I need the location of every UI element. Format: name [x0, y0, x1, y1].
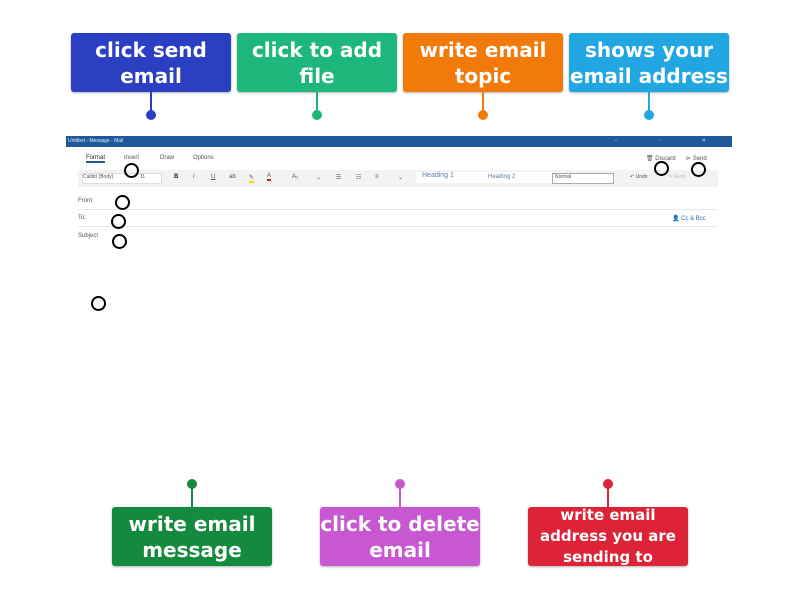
connector-dot	[395, 479, 405, 489]
label-send: click send email	[71, 33, 231, 92]
subject-field[interactable]: Subject	[78, 233, 98, 239]
connector-dot	[478, 110, 488, 120]
divider	[78, 226, 718, 227]
font-select[interactable]: Calibri (Body)	[82, 173, 162, 184]
connector-dot	[146, 110, 156, 120]
title-bar: Untitled - Message - Mail – ▫ ✕	[66, 136, 732, 147]
tab-options[interactable]: Options	[193, 155, 214, 161]
strikethrough-button[interactable]: ab	[229, 174, 236, 180]
bullets-icon[interactable]: ☰	[336, 174, 341, 181]
marker-send	[691, 162, 706, 177]
from-label: From:	[78, 198, 94, 204]
label-add-file: click to add file	[237, 33, 397, 92]
redo-button[interactable]: ↷ Redo	[668, 174, 686, 180]
numbering-icon[interactable]: ☷	[356, 174, 361, 181]
to-field[interactable]: To:	[78, 215, 86, 221]
window-title: Untitled - Message - Mail	[68, 138, 124, 144]
label-topic: write email topic	[403, 33, 563, 92]
marker-discard	[654, 161, 669, 176]
send-button[interactable]: ⊳ Send	[686, 155, 707, 162]
ribbon-toolbar: Calibri (Body) 11 B I U ab ✎ A A₂ ⌄ ☰ ☷ …	[78, 170, 718, 187]
marker-body	[91, 296, 106, 311]
heading1-style[interactable]: Heading 1	[416, 172, 552, 183]
tab-insert[interactable]: Insert	[124, 155, 139, 161]
marker-attach	[124, 163, 139, 178]
chevron-down-icon[interactable]: ⌄	[398, 174, 403, 181]
font-color-icon[interactable]: A	[267, 173, 272, 181]
align-icon[interactable]: ≡	[375, 174, 379, 180]
cc-bcc-button[interactable]: 👤 Cc & Bcc	[672, 215, 706, 222]
marker-to	[111, 214, 126, 229]
connector-dot	[644, 110, 654, 120]
window-controls[interactable]: – ▫ ✕	[614, 136, 726, 147]
label-recipient: write email address you are sending to	[528, 506, 688, 566]
tab-format[interactable]: Format	[86, 155, 106, 163]
connector-dot	[312, 110, 322, 120]
styles-icon[interactable]: A₂	[292, 174, 298, 180]
tab-draw[interactable]: Draw	[160, 155, 174, 161]
undo-button[interactable]: ↶ Undo	[630, 174, 648, 180]
connector-dot	[603, 479, 613, 489]
highlight-icon[interactable]: ✎	[249, 174, 255, 183]
chevron-down-icon[interactable]: ⌄	[316, 174, 321, 181]
connector-dot	[187, 479, 197, 489]
divider	[78, 209, 718, 210]
label-message: write email message	[112, 507, 272, 566]
label-delete: click to delete email	[320, 507, 480, 566]
mail-window: Untitled - Message - Mail – ▫ ✕ Format In…	[66, 136, 732, 456]
marker-subject	[112, 234, 127, 249]
bold-button[interactable]: B	[174, 174, 178, 180]
font-size[interactable]: 11	[140, 174, 145, 180]
marker-from	[115, 195, 130, 210]
underline-button[interactable]: U	[211, 174, 215, 180]
italic-button[interactable]: I	[193, 174, 195, 180]
style-select[interactable]: Normal	[552, 173, 614, 184]
heading2-style[interactable]: Heading 2	[488, 174, 515, 180]
label-address: shows your email address	[569, 33, 729, 92]
